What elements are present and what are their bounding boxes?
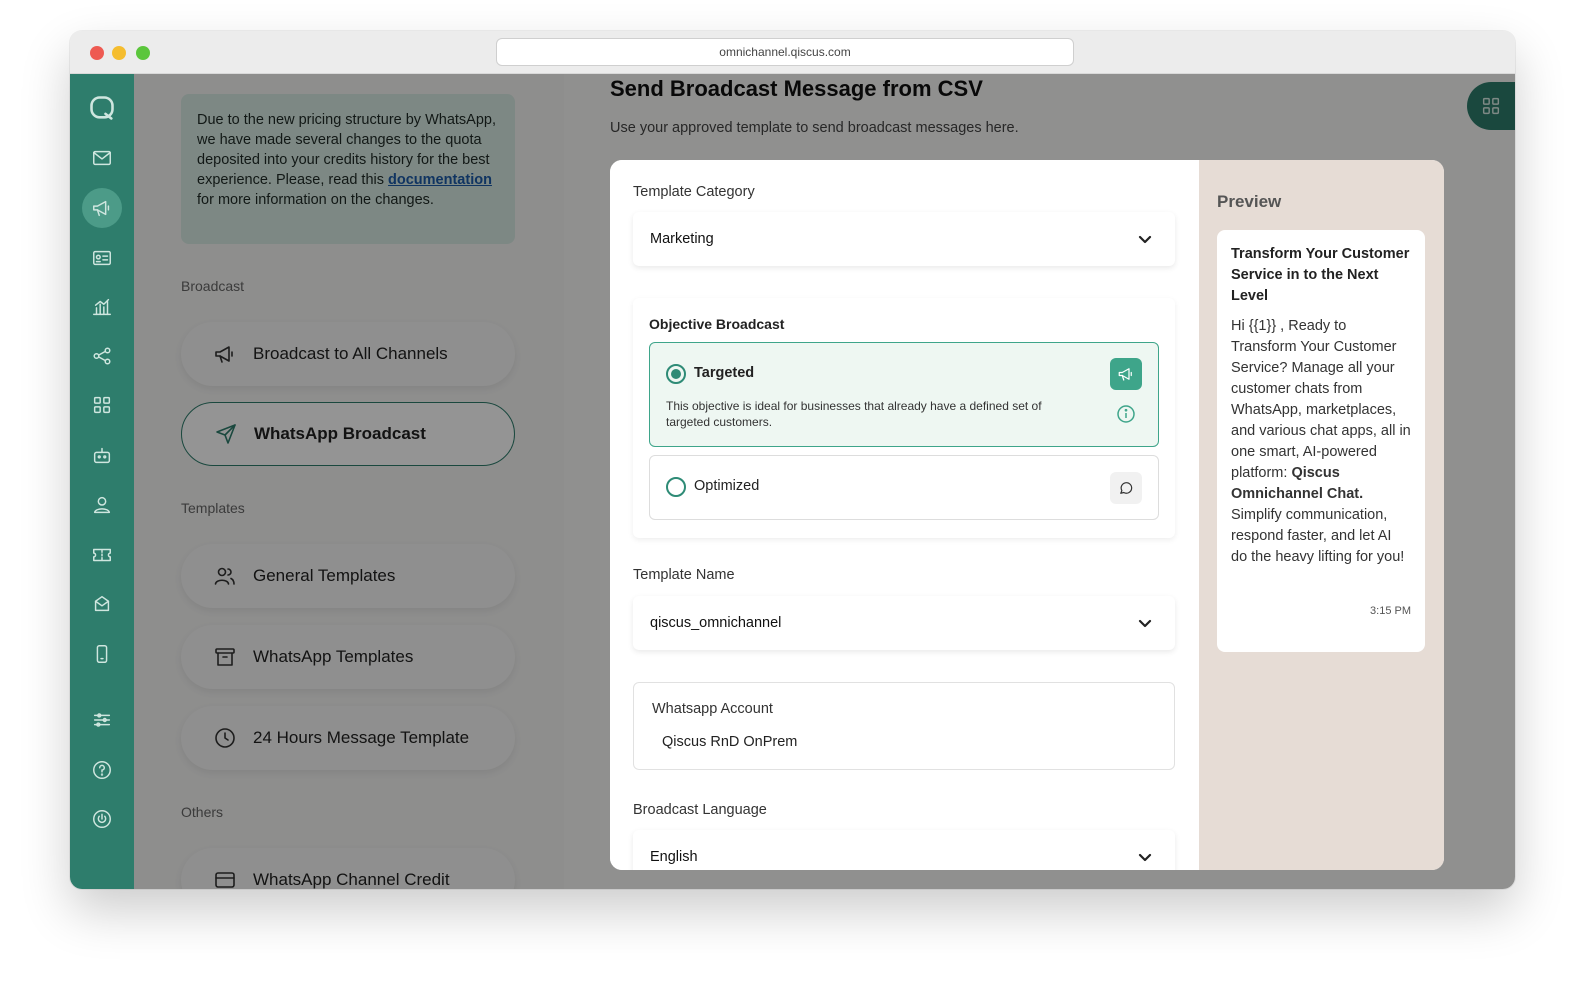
objective-broadcast-title: Objective Broadcast [649, 316, 785, 332]
chevron-down-icon [1137, 849, 1153, 865]
optimized-radio[interactable] [666, 477, 686, 497]
ticket-icon[interactable] [82, 535, 122, 575]
address-bar[interactable]: omnichannel.qiscus.com [496, 38, 1074, 66]
megaphone-icon [1110, 358, 1142, 390]
icon-rail [70, 74, 134, 889]
bot-icon[interactable] [82, 436, 122, 476]
whatsapp-account-value: Qiscus RnD OnPrem [662, 734, 798, 750]
chevron-down-icon [1137, 231, 1153, 247]
preview-body-start: Hi {{1}} , Ready to Transform Your Custo… [1231, 318, 1411, 481]
url-text: omnichannel.qiscus.com [719, 45, 851, 59]
preview-title: Preview [1217, 192, 1282, 211]
settings-sliders-icon[interactable] [82, 700, 122, 740]
broadcast-modal: Template Category Marketing Objective Br… [610, 160, 1444, 870]
whatsapp-account-label: Whatsapp Account [652, 701, 773, 717]
template-name-value: qiscus_omnichannel [650, 615, 782, 631]
template-name-label: Template Name [633, 567, 735, 583]
close-window-button[interactable] [90, 46, 104, 60]
preview-timestamp: 3:15 PM [1370, 605, 1411, 617]
template-category-value: Marketing [650, 231, 714, 247]
broadcast-form: Template Category Marketing Objective Br… [610, 160, 1199, 870]
targeted-option[interactable]: Targeted This objective is ideal for bus… [649, 342, 1159, 447]
megaphone-icon[interactable] [82, 188, 122, 228]
broadcast-language-label: Broadcast Language [633, 802, 767, 818]
mailbox-icon[interactable] [82, 584, 122, 624]
qiscus-logo-icon[interactable] [82, 88, 122, 128]
agent-icon[interactable] [82, 485, 122, 525]
help-icon[interactable] [82, 750, 122, 790]
browser-titlebar: omnichannel.qiscus.com [70, 31, 1515, 74]
maximize-window-button[interactable] [136, 46, 150, 60]
objective-broadcast-card: Objective Broadcast Targeted This object… [633, 298, 1175, 538]
preview-body-end: Simplify communication, respond faster, … [1231, 507, 1405, 565]
preview-header: Transform Your Customer Service in to th… [1231, 246, 1410, 304]
template-category-label: Template Category [633, 184, 755, 200]
targeted-label: Targeted [694, 365, 755, 381]
targeted-description: This objective is ideal for businesses t… [666, 399, 1042, 429]
power-icon[interactable] [82, 799, 122, 839]
optimized-label: Optimized [694, 478, 760, 494]
message-preview-bubble: Transform Your Customer Service in to th… [1217, 230, 1425, 652]
template-name-select[interactable]: qiscus_omnichannel [633, 596, 1175, 650]
share-icon[interactable] [82, 336, 122, 376]
broadcast-language-value: English [650, 849, 698, 865]
app-content: Due to the new pricing structure by What… [70, 74, 1515, 889]
chat-bubble-icon [1110, 472, 1142, 504]
template-category-select[interactable]: Marketing [633, 212, 1175, 266]
targeted-radio[interactable] [666, 364, 686, 384]
mobile-icon[interactable] [82, 634, 122, 674]
preview-body: Hi {{1}} , Ready to Transform Your Custo… [1231, 316, 1411, 568]
minimize-window-button[interactable] [112, 46, 126, 60]
info-icon[interactable] [1116, 404, 1136, 424]
broadcast-language-select[interactable]: English [633, 830, 1175, 870]
chevron-down-icon [1137, 615, 1153, 631]
contact-card-icon[interactable] [82, 238, 122, 278]
whatsapp-account-field: Whatsapp Account Qiscus RnD OnPrem [633, 682, 1175, 770]
optimized-option[interactable]: Optimized [649, 455, 1159, 520]
preview-pane: Preview Transform Your Customer Service … [1199, 160, 1444, 870]
inbox-icon[interactable] [82, 138, 122, 178]
browser-window: omnichannel.qiscus.com Due to the new pr… [70, 31, 1515, 889]
analytics-icon[interactable] [82, 287, 122, 327]
apps-icon[interactable] [82, 385, 122, 425]
